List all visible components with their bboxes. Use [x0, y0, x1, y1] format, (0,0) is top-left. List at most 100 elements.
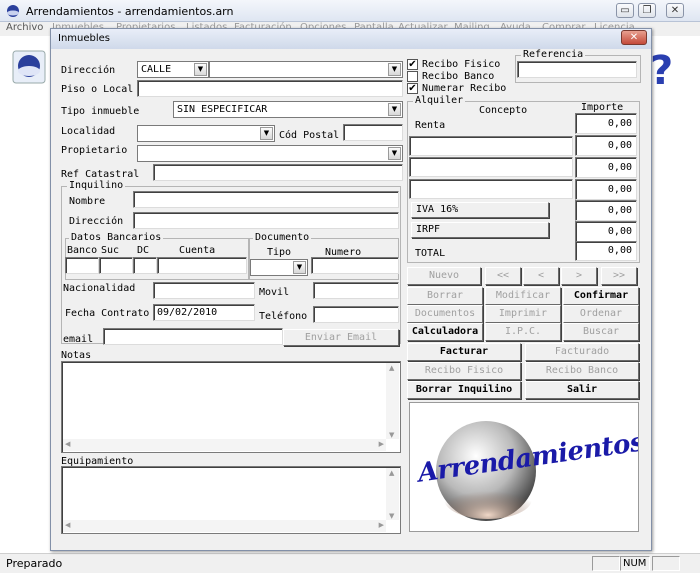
direccion-select[interactable]: ▼: [209, 61, 403, 78]
doc-tipo-select[interactable]: ▼: [250, 259, 308, 276]
scroll-right-icon[interactable]: ▶: [379, 521, 384, 529]
banco-field[interactable]: [65, 257, 99, 274]
importe-field[interactable]: 0,00: [575, 113, 637, 134]
scroll-up-icon[interactable]: ▲: [389, 469, 394, 477]
status-text: Preparado: [6, 557, 63, 570]
svg-text:?: ?: [650, 48, 672, 90]
restore-button[interactable]: ❐: [638, 3, 656, 18]
calculadora-button[interactable]: Calculadora: [407, 323, 483, 341]
scroll-right-icon[interactable]: ▶: [379, 440, 384, 448]
ipc-button[interactable]: I.P.C.: [485, 323, 561, 341]
notas-textarea[interactable]: ▲ ▼ ◀ ▶: [61, 361, 401, 453]
status-num: NUM: [620, 556, 650, 571]
notas-vscrollbar[interactable]: ▲ ▼: [386, 363, 399, 439]
chevron-down-icon[interactable]: ▼: [388, 103, 401, 116]
inquilino-direccion-field[interactable]: [133, 212, 399, 229]
chevron-down-icon[interactable]: ▼: [293, 261, 306, 274]
dc-label: DC: [137, 245, 150, 256]
borrar-inquilino-button[interactable]: Borrar Inquilino: [407, 381, 521, 399]
scroll-down-icon[interactable]: ▼: [389, 512, 394, 520]
nombre-label: Nombre: [69, 196, 106, 207]
chevron-down-icon[interactable]: ▼: [388, 63, 401, 76]
scroll-down-icon[interactable]: ▼: [389, 431, 394, 439]
irpf-field[interactable]: 0,00: [575, 221, 637, 242]
direccion-label: Dirección: [61, 65, 116, 76]
recibo-banco-checkbox[interactable]: [407, 71, 418, 82]
cuenta-field[interactable]: [157, 257, 247, 274]
concepto-field[interactable]: [409, 157, 573, 177]
tipo-inmueble-select[interactable]: SIN ESPECIFICAR ▼: [173, 101, 403, 118]
documentos-button[interactable]: Documentos: [407, 305, 483, 323]
ordenar-button[interactable]: Ordenar: [563, 305, 639, 323]
concepto-field[interactable]: [409, 136, 573, 156]
inmuebles-dialog: Inmuebles ✕ Dirección CALLE ▼ ▼ Piso o L…: [50, 28, 652, 551]
total-field: 0,00: [575, 241, 637, 261]
chevron-down-icon[interactable]: ▼: [194, 63, 207, 76]
doc-numero-field[interactable]: [311, 257, 399, 274]
localidad-select[interactable]: ▼: [137, 125, 275, 142]
suc-field[interactable]: [99, 257, 133, 274]
importe-field[interactable]: 0,00: [575, 179, 637, 200]
modificar-button[interactable]: Modificar: [485, 287, 561, 305]
piso-field[interactable]: [137, 80, 403, 97]
propietario-select[interactable]: ▼: [137, 145, 403, 162]
chevron-down-icon[interactable]: ▼: [388, 147, 401, 160]
recibo-banco-button[interactable]: Recibo Banco: [525, 362, 639, 380]
importe-field[interactable]: 0,00: [575, 157, 637, 178]
app-title-bar: Arrendamientos - arrendamientos.arn ▭ ❐ …: [0, 0, 700, 22]
enviar-email-button[interactable]: Enviar Email: [283, 329, 399, 346]
scroll-left-icon[interactable]: ◀: [65, 521, 70, 529]
nuevo-button[interactable]: Nuevo: [407, 267, 481, 285]
menu-archivo[interactable]: Archivo: [6, 22, 43, 33]
tipo-inmueble-value: SIN ESPECIFICAR: [177, 104, 268, 115]
recibo-fisico-checkbox[interactable]: ✔: [407, 59, 418, 70]
equipamiento-textarea[interactable]: ▲ ▼ ◀ ▶: [61, 466, 401, 534]
home-icon[interactable]: [12, 50, 46, 84]
salir-button[interactable]: Salir: [525, 381, 639, 399]
facturar-button[interactable]: Facturar: [407, 343, 521, 361]
dialog-close-button[interactable]: ✕: [621, 30, 647, 45]
minimize-button[interactable]: ▭: [616, 3, 634, 18]
direccion-tipo-select[interactable]: CALLE ▼: [137, 61, 209, 78]
equipamiento-vscrollbar[interactable]: ▲ ▼: [386, 468, 399, 520]
imprimir-button[interactable]: Imprimir: [485, 305, 561, 323]
nombre-field[interactable]: [133, 191, 399, 208]
notas-hscrollbar[interactable]: ◀ ▶: [63, 439, 386, 451]
total-label: TOTAL: [415, 248, 446, 259]
facturado-button[interactable]: Facturado: [525, 343, 639, 361]
status-bar: Preparado NUM: [0, 553, 700, 573]
ref-catastral-field[interactable]: [153, 164, 403, 181]
doc-tipo-label: Tipo: [267, 247, 292, 258]
banco-label: Banco: [67, 245, 98, 256]
dc-field[interactable]: [133, 257, 157, 274]
numerar-recibo-checkbox[interactable]: ✔: [407, 83, 418, 94]
prev-record-button[interactable]: <: [523, 267, 559, 285]
app-close-button[interactable]: ✕: [666, 3, 684, 18]
numerar-recibo-label: Numerar Recibo: [422, 83, 507, 94]
scroll-left-icon[interactable]: ◀: [65, 440, 70, 448]
chevron-down-icon[interactable]: ▼: [260, 127, 273, 140]
fecha-contrato-field[interactable]: 09/02/2010: [153, 304, 255, 321]
email-field[interactable]: [103, 328, 283, 345]
cod-postal-field[interactable]: [343, 124, 403, 141]
movil-field[interactable]: [313, 282, 399, 299]
first-record-button[interactable]: <<: [485, 267, 521, 285]
referencia-field[interactable]: [517, 61, 637, 78]
dialog-title-bar: Inmuebles ✕: [51, 29, 651, 49]
telefono-field[interactable]: [313, 306, 399, 323]
recibo-fisico-button[interactable]: Recibo Fisico: [407, 362, 521, 380]
importe-field[interactable]: 0,00: [575, 135, 637, 156]
last-record-button[interactable]: >>: [601, 267, 637, 285]
confirmar-button[interactable]: Confirmar: [563, 287, 639, 305]
irpf-button[interactable]: IRPF: [411, 222, 549, 238]
concepto-row[interactable]: Renta: [409, 113, 573, 135]
nacionalidad-field[interactable]: [153, 282, 255, 299]
concepto-field[interactable]: [409, 179, 573, 199]
buscar-button[interactable]: Buscar: [563, 323, 639, 341]
equipamiento-hscrollbar[interactable]: ◀ ▶: [63, 520, 386, 532]
iva-field[interactable]: 0,00: [575, 200, 637, 221]
next-record-button[interactable]: >: [561, 267, 597, 285]
iva-button[interactable]: IVA 16%: [411, 202, 549, 218]
scroll-up-icon[interactable]: ▲: [389, 364, 394, 372]
borrar-button[interactable]: Borrar: [407, 287, 483, 305]
